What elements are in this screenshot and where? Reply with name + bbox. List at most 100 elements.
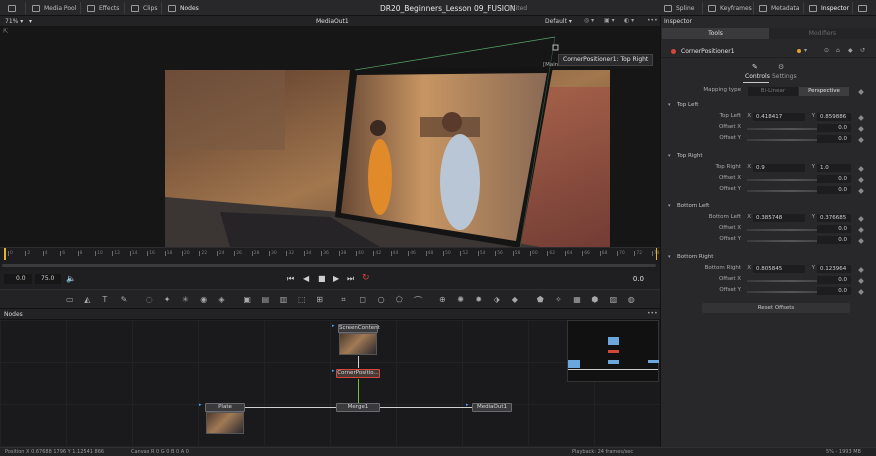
go-to-start-icon[interactable]: ⏮: [287, 274, 294, 284]
crop-icon[interactable]: ⌗: [341, 295, 346, 305]
ellipse-icon[interactable]: ○: [378, 295, 385, 304]
mapping-bilinear-option[interactable]: Bi-Linear: [748, 87, 798, 96]
section-header[interactable]: ▾ Bottom Right: [661, 252, 876, 263]
media-pool-button[interactable]: Media Pool: [32, 3, 76, 13]
mapping-perspective-option[interactable]: Perspective: [799, 87, 849, 96]
zoom-dropdown[interactable]: 71% ▾: [5, 18, 23, 25]
point-y-field[interactable]: 0.376685: [817, 214, 851, 222]
keyframe-icon[interactable]: [858, 227, 864, 233]
3d-light-icon[interactable]: ✧: [555, 295, 562, 304]
3d-render-icon[interactable]: ◍: [628, 295, 635, 304]
tool-version-icon[interactable]: ◆: [848, 47, 853, 54]
keyframe-icon[interactable]: [858, 266, 864, 273]
keyframe-icon[interactable]: [858, 89, 864, 95]
reset-offsets-button[interactable]: Reset Offsets: [702, 303, 850, 313]
collapse-chevron-icon[interactable]: ▾: [668, 102, 671, 108]
polygon-icon[interactable]: ◌: [146, 295, 153, 304]
play-reverse-icon[interactable]: ◀: [303, 274, 309, 283]
audio-icon[interactable]: 🔈: [66, 274, 76, 283]
keyframe-icon[interactable]: [858, 238, 864, 244]
keyframe-icon[interactable]: [858, 137, 864, 143]
tool-reset-icon[interactable]: ↺: [860, 47, 865, 54]
point-x-field[interactable]: 0.9: [753, 163, 805, 172]
offset-y-field[interactable]: 0.0: [817, 286, 851, 295]
viewer-canvas[interactable]: ⇱ [Main CornerPositioner1: Top Right: [0, 27, 660, 247]
nodes-more-icon[interactable]: •••: [647, 310, 658, 317]
nodes-button[interactable]: Nodes: [168, 3, 199, 13]
viewer-lut-icon[interactable]: ◎ ▾: [584, 17, 594, 24]
keyframe-icon[interactable]: [858, 165, 864, 172]
clips-button[interactable]: Clips: [131, 3, 157, 13]
tool-lock-icon[interactable]: ⌂: [836, 47, 840, 54]
viewer-roi-icon[interactable]: ▣ ▾: [604, 17, 615, 24]
keyframe-icon[interactable]: [858, 126, 864, 132]
section-header[interactable]: ▾ Top Right: [661, 151, 876, 162]
playhead[interactable]: [4, 248, 6, 260]
offset-y-field[interactable]: 0.0: [817, 185, 851, 194]
particle-icon[interactable]: ✺: [457, 295, 464, 304]
bspline-mask-icon[interactable]: ⌒: [414, 295, 422, 306]
subtab-settings[interactable]: ⚙ Settings: [771, 63, 797, 83]
keyframe-icon[interactable]: [858, 216, 864, 222]
point-y-field[interactable]: 1.0: [817, 163, 851, 172]
stop-icon[interactable]: ■: [318, 274, 326, 283]
keyframe-icon[interactable]: [858, 115, 864, 121]
transform-icon[interactable]: ⬚: [298, 295, 306, 304]
subtab-controls[interactable]: ✎ Controls: [745, 63, 770, 83]
section-header[interactable]: ▾ Bottom Left: [661, 201, 876, 212]
3d-merge-icon[interactable]: ▦: [573, 295, 581, 304]
node-editor[interactable]: ScreenContent ▸ CornerPositio... ▸ Plate…: [0, 320, 660, 447]
tab-modifiers[interactable]: Modifiers: [769, 28, 876, 39]
emitter-icon[interactable]: ✹: [475, 295, 482, 304]
offset-x-field[interactable]: 0.0: [817, 174, 851, 183]
resize-icon[interactable]: ⊞: [316, 295, 323, 304]
paint-tool-icon[interactable]: ✳: [182, 295, 189, 304]
scrub-bar[interactable]: [2, 264, 656, 267]
render-end-field[interactable]: 75.0: [35, 274, 61, 284]
brush-icon[interactable]: ✎: [121, 295, 128, 304]
loop-icon[interactable]: ↻: [362, 273, 370, 283]
loader-icon[interactable]: ▤: [262, 295, 270, 304]
node-media-out[interactable]: MediaOut1: [472, 403, 512, 412]
section-header[interactable]: ▾ Top Left: [661, 100, 876, 111]
current-frame-field[interactable]: 0.0: [600, 274, 644, 284]
rectangle-icon[interactable]: ◻: [359, 295, 366, 304]
tool-color-dot[interactable]: [797, 49, 801, 53]
node-corner-positioner[interactable]: CornerPositio...: [336, 369, 380, 378]
collapse-chevron-icon[interactable]: ▾: [668, 254, 671, 260]
bspline-icon[interactable]: ✦: [164, 295, 171, 304]
viewer-preset-dropdown[interactable]: Default ▾: [545, 18, 572, 25]
point-x-field[interactable]: 0.385748: [753, 214, 805, 222]
merge-icon[interactable]: ▣: [243, 295, 251, 304]
metadata-button[interactable]: Metadata: [759, 3, 799, 13]
keyframe-icon[interactable]: [858, 277, 864, 284]
point-x-field[interactable]: 0.418417: [753, 113, 805, 121]
keyframe-icon[interactable]: [858, 187, 864, 194]
time-ruler[interactable]: 0 2 4 6 8 10 12 14 16 18 20 22 24 26 28 30 32 34 36 38 40 42 4…: [0, 247, 660, 271]
color-corrector-icon[interactable]: ◈: [218, 295, 224, 304]
tool-enable-toggle[interactable]: [671, 49, 676, 54]
3d-image-icon[interactable]: ▨: [610, 295, 618, 304]
point-y-field[interactable]: 0.123964: [817, 264, 851, 273]
render-icon[interactable]: ⬗: [494, 295, 500, 304]
offset-y-field[interactable]: 0.0: [817, 236, 851, 244]
viewer-options-icon[interactable]: ▾: [29, 18, 32, 25]
node-plate[interactable]: Plate: [205, 403, 245, 412]
viewer-channel-icon[interactable]: ◐ ▾: [624, 17, 634, 24]
offset-x-field[interactable]: 0.0: [817, 225, 851, 233]
play-icon[interactable]: ▶: [333, 274, 339, 283]
tool-color-dropdown-icon[interactable]: ▾: [804, 47, 807, 54]
collapse-chevron-icon[interactable]: ▾: [668, 203, 671, 209]
polygon-mask-icon[interactable]: ⬠: [396, 295, 403, 304]
go-to-end-icon[interactable]: ⏭: [347, 274, 354, 284]
3d-text-icon[interactable]: ⬢: [591, 295, 598, 304]
end-marker[interactable]: [656, 248, 657, 260]
collapse-chevron-icon[interactable]: ▾: [668, 153, 671, 159]
saver-icon[interactable]: ▥: [280, 295, 288, 304]
spline-button[interactable]: Spline: [664, 3, 694, 13]
offset-y-field[interactable]: 0.0: [817, 135, 851, 143]
3d-shape-icon[interactable]: ◆: [512, 295, 518, 304]
keyframe-icon[interactable]: [858, 176, 864, 183]
tab-tools[interactable]: Tools: [662, 28, 769, 39]
node-merge[interactable]: Merge1: [336, 403, 380, 412]
